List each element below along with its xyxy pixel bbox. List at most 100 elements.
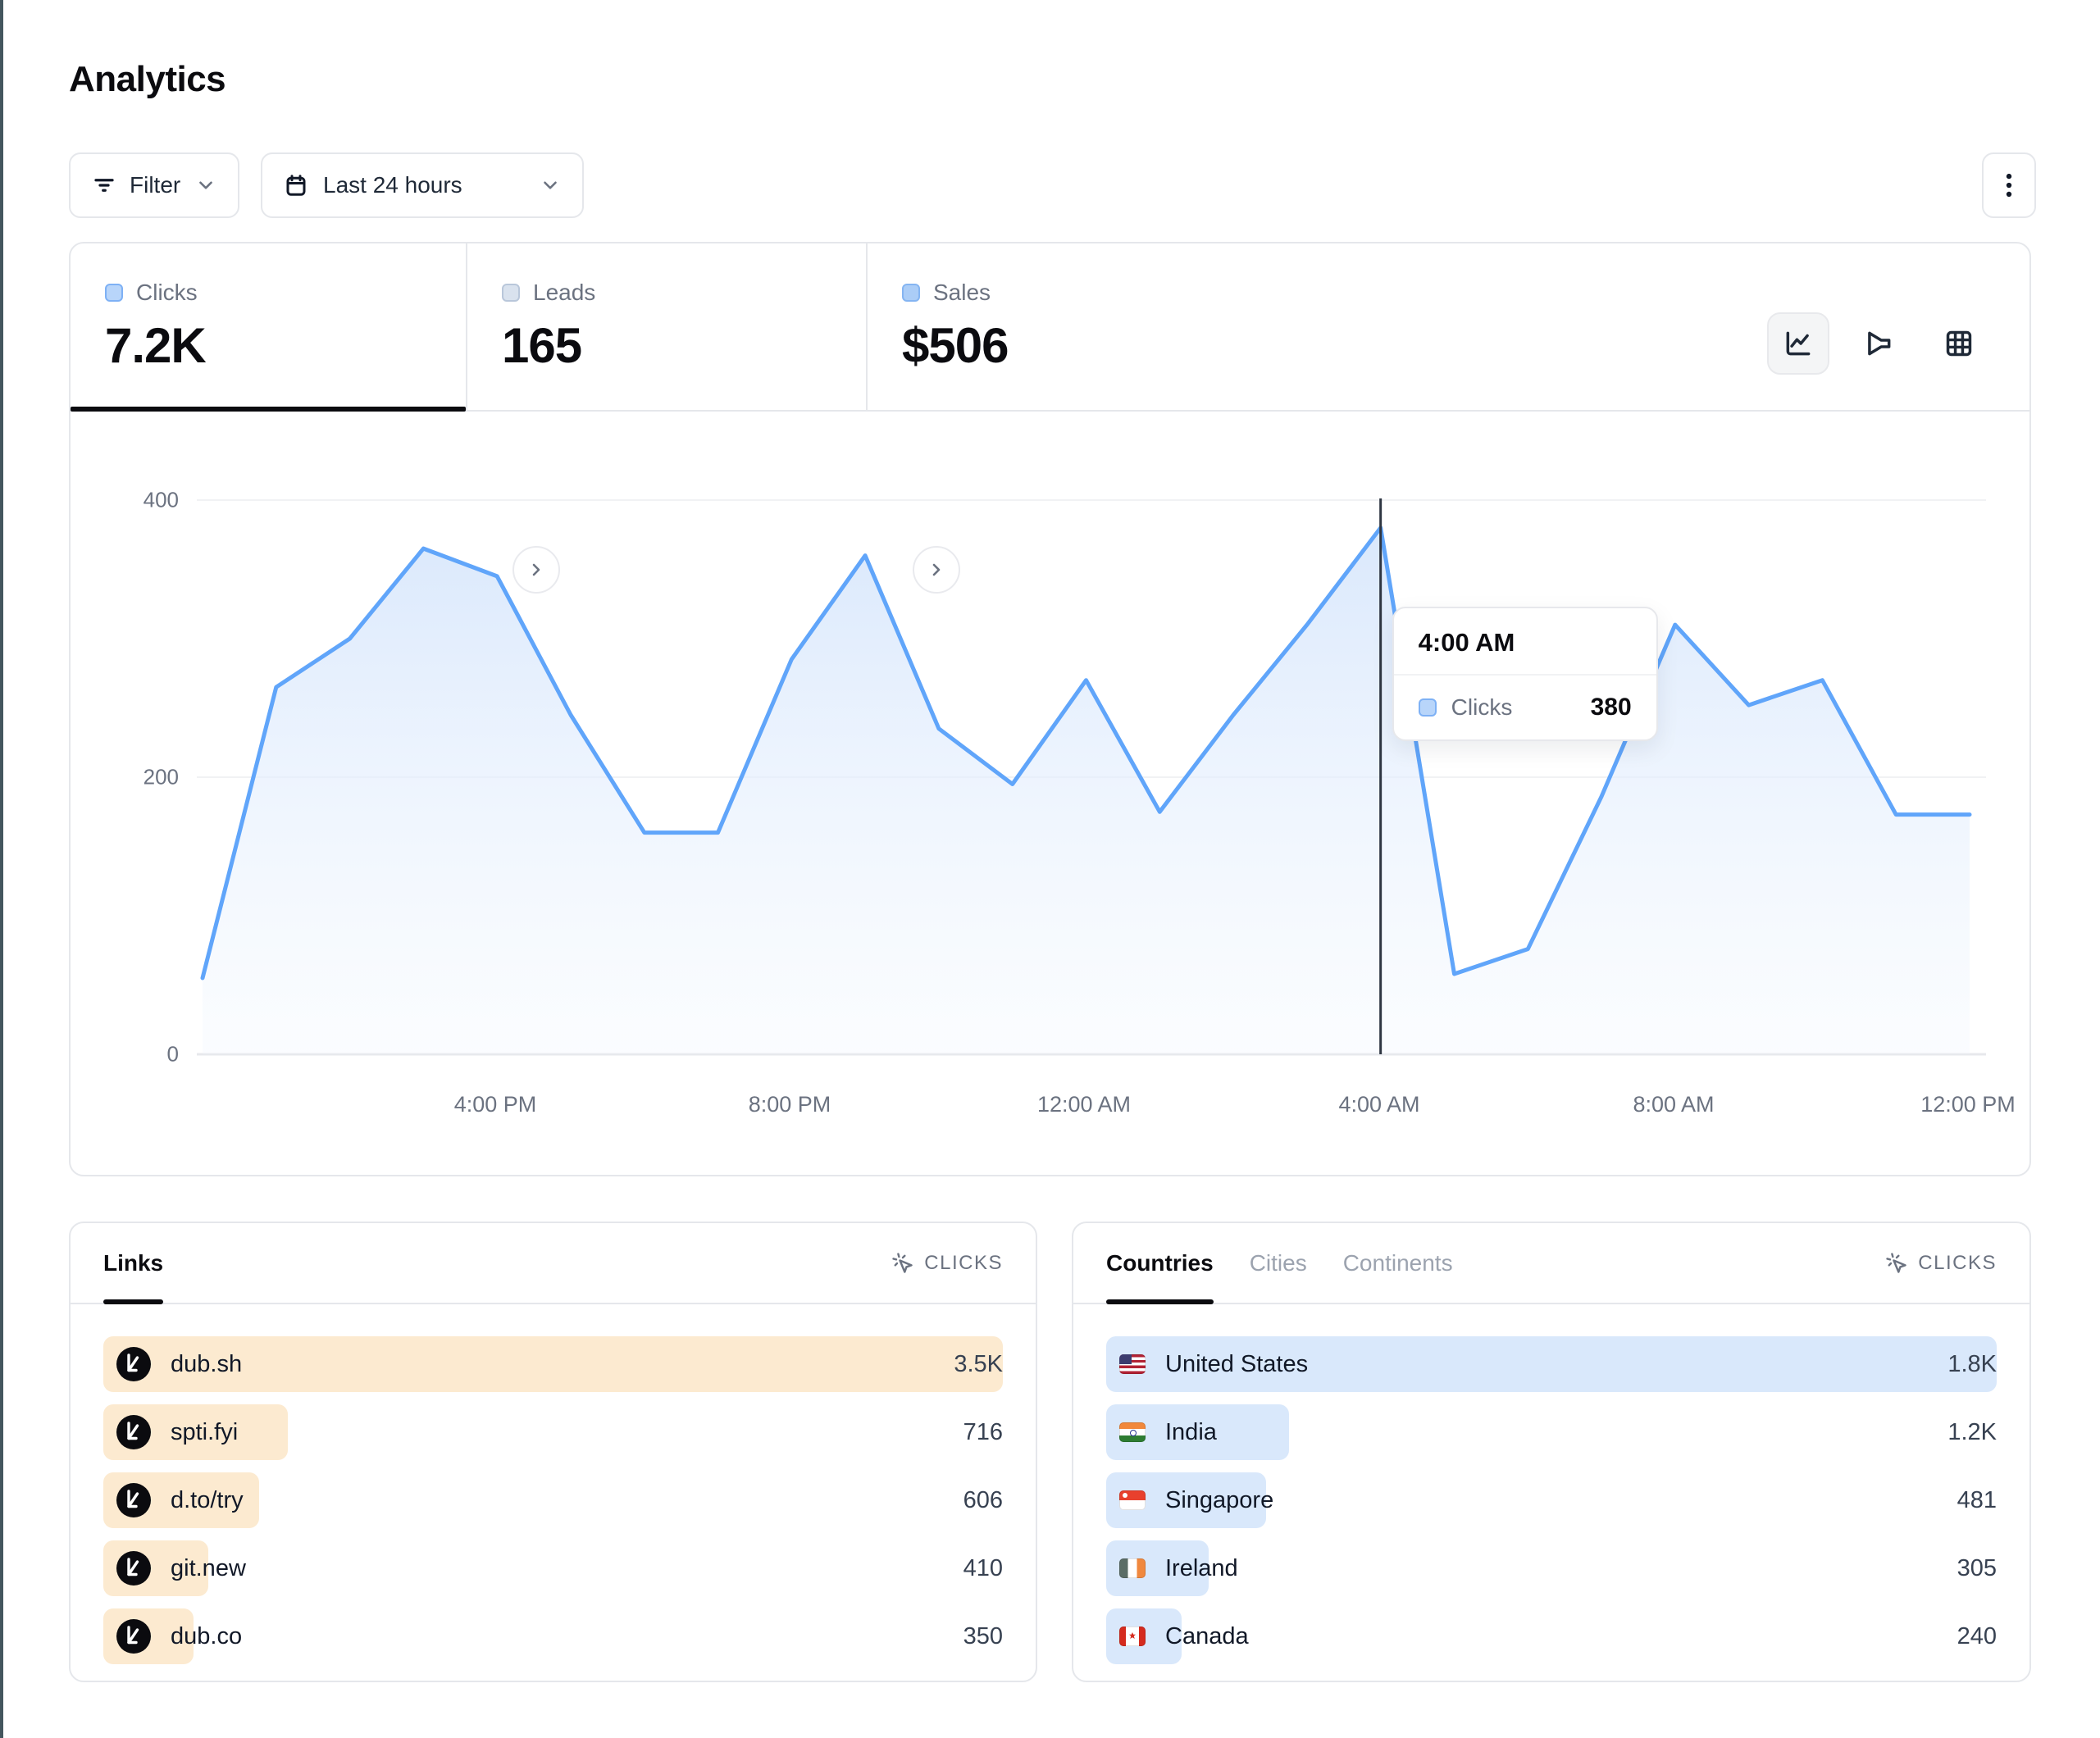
link-label: d.to/try — [171, 1487, 244, 1514]
country-value: 1.8K — [1947, 1351, 1997, 1378]
dub-logo-icon — [116, 1551, 151, 1586]
country-label: Canada — [1165, 1623, 1249, 1650]
page-title: Analytics — [69, 59, 225, 100]
table-view-button[interactable] — [1928, 312, 1990, 375]
chevron-down-icon — [540, 175, 561, 196]
countries-tab-underline — [1106, 1299, 1214, 1304]
country-row[interactable]: Ireland 305 — [1106, 1540, 1997, 1596]
links-tab-underline — [103, 1299, 163, 1304]
cursor-click-icon — [1885, 1252, 1908, 1275]
line-chart-icon — [1783, 328, 1814, 359]
country-label: Ireland — [1165, 1555, 1238, 1582]
link-row[interactable]: dub.sh 3.5K — [103, 1336, 1003, 1392]
dub-logo-icon — [116, 1619, 151, 1654]
funnel-view-button[interactable] — [1847, 312, 1910, 375]
sales-tab-value: $506 — [902, 317, 1008, 374]
tooltip-series-label: Clicks — [1451, 694, 1513, 721]
date-range-label: Last 24 hours — [323, 172, 462, 198]
link-row[interactable]: dub.co 350 — [103, 1608, 1003, 1664]
y-axis-tick-0: 0 — [72, 1042, 179, 1067]
link-value: 350 — [963, 1623, 1003, 1650]
x-axis-tick: 12:00 AM — [1037, 1092, 1131, 1117]
canada-flag-icon — [1119, 1627, 1146, 1646]
tooltip-time: 4:00 AM — [1394, 608, 1656, 676]
cities-tab-label: Cities — [1250, 1250, 1307, 1276]
tab-continents[interactable]: Continents — [1343, 1223, 1453, 1303]
country-label: Singapore — [1165, 1487, 1273, 1514]
country-value: 1.2K — [1947, 1419, 1997, 1446]
filter-button-label: Filter — [130, 172, 180, 198]
filter-button[interactable]: Filter — [69, 152, 239, 218]
links-metric-selector[interactable]: CLICKS — [891, 1252, 1003, 1275]
country-label: India — [1165, 1419, 1217, 1446]
link-row[interactable]: spti.fyi 716 — [103, 1404, 1003, 1460]
country-row[interactable]: Canada 240 — [1106, 1608, 1997, 1664]
leads-tab-value: 165 — [502, 317, 866, 374]
tab-countries[interactable]: Countries — [1106, 1223, 1214, 1303]
continents-tab-label: Continents — [1343, 1250, 1453, 1276]
clicks-tab-label: Clicks — [136, 280, 198, 306]
links-tab-label: Links — [103, 1250, 163, 1276]
date-range-button[interactable]: Last 24 hours — [261, 152, 584, 218]
tab-cities[interactable]: Cities — [1250, 1223, 1307, 1303]
links-metric-label: CLICKS — [924, 1252, 1003, 1275]
clicks-tab-value: 7.2K — [105, 317, 466, 374]
country-value: 305 — [1957, 1555, 1997, 1582]
y-axis-tick-200: 200 — [72, 765, 179, 790]
chart-type-toggle — [1767, 312, 1990, 410]
link-value: 3.5K — [954, 1351, 1003, 1378]
country-value: 481 — [1957, 1487, 1997, 1514]
singapore-flag-icon — [1119, 1490, 1146, 1510]
countries-metric-selector[interactable]: CLICKS — [1885, 1252, 1997, 1275]
chevron-right-icon — [526, 560, 546, 580]
link-value: 410 — [963, 1555, 1003, 1582]
countries-panel: Countries Cities Continents CLICKS — [1072, 1222, 2031, 1682]
area-fill — [203, 528, 1970, 1054]
link-value: 716 — [963, 1419, 1003, 1446]
link-label: dub.co — [171, 1623, 242, 1650]
x-axis-tick: 4:00 PM — [454, 1092, 537, 1117]
line-chart-view-button[interactable] — [1767, 312, 1829, 375]
x-axis-tick: 4:00 AM — [1338, 1092, 1419, 1117]
country-label: United States — [1165, 1351, 1308, 1378]
chevron-right-icon — [927, 560, 946, 580]
dub-logo-icon — [116, 1347, 151, 1381]
leads-legend-swatch — [502, 284, 520, 302]
leads-tab-label: Leads — [533, 280, 595, 306]
grid-icon — [1943, 328, 1975, 359]
calendar-icon — [284, 173, 308, 198]
countries-list: United States 1.8K India 1.2K Singapore … — [1106, 1336, 1997, 1677]
sales-tab-label: Sales — [933, 280, 991, 306]
tab-links[interactable]: Links — [103, 1223, 163, 1303]
next-metric-button[interactable] — [913, 546, 960, 594]
sales-legend-swatch — [902, 284, 920, 302]
tooltip-value: 380 — [1591, 694, 1632, 721]
country-row[interactable]: Singapore 481 — [1106, 1472, 1997, 1528]
links-list: dub.sh 3.5K spti.fyi 716 d.to/try 606 — [103, 1336, 1003, 1677]
chevron-down-icon — [195, 175, 216, 196]
country-row[interactable]: India 1.2K — [1106, 1404, 1997, 1460]
x-axis-tick: 8:00 PM — [749, 1092, 831, 1117]
dub-logo-icon — [116, 1415, 151, 1449]
chart-tooltip: 4:00 AM Clicks 380 — [1392, 607, 1658, 741]
filter-lines-icon — [92, 173, 116, 198]
tab-sales[interactable]: Sales $506 — [868, 243, 2029, 410]
x-axis-tick: 8:00 AM — [1633, 1092, 1714, 1117]
tab-leads[interactable]: Leads 165 — [467, 243, 868, 410]
link-row[interactable]: git.new 410 — [103, 1540, 1003, 1596]
country-row[interactable]: United States 1.8K — [1106, 1336, 1997, 1392]
ireland-flag-icon — [1119, 1558, 1146, 1578]
tab-clicks[interactable]: Clicks 7.2K — [71, 243, 467, 410]
clicks-legend-swatch — [105, 284, 123, 302]
india-flag-icon — [1119, 1422, 1146, 1442]
link-row[interactable]: d.to/try 606 — [103, 1472, 1003, 1528]
analytics-page: Analytics Filter Last 24 hours Cli — [0, 0, 2100, 1738]
y-axis-tick-400: 400 — [72, 488, 179, 513]
more-options-button[interactable] — [1982, 152, 2036, 218]
clicks-area-chart[interactable] — [71, 410, 2029, 1174]
countries-metric-label: CLICKS — [1918, 1252, 1997, 1275]
next-metric-button[interactable] — [512, 546, 560, 594]
us-flag-icon — [1119, 1354, 1146, 1374]
funnel-icon — [1863, 328, 1894, 359]
countries-tab-label: Countries — [1106, 1250, 1214, 1276]
